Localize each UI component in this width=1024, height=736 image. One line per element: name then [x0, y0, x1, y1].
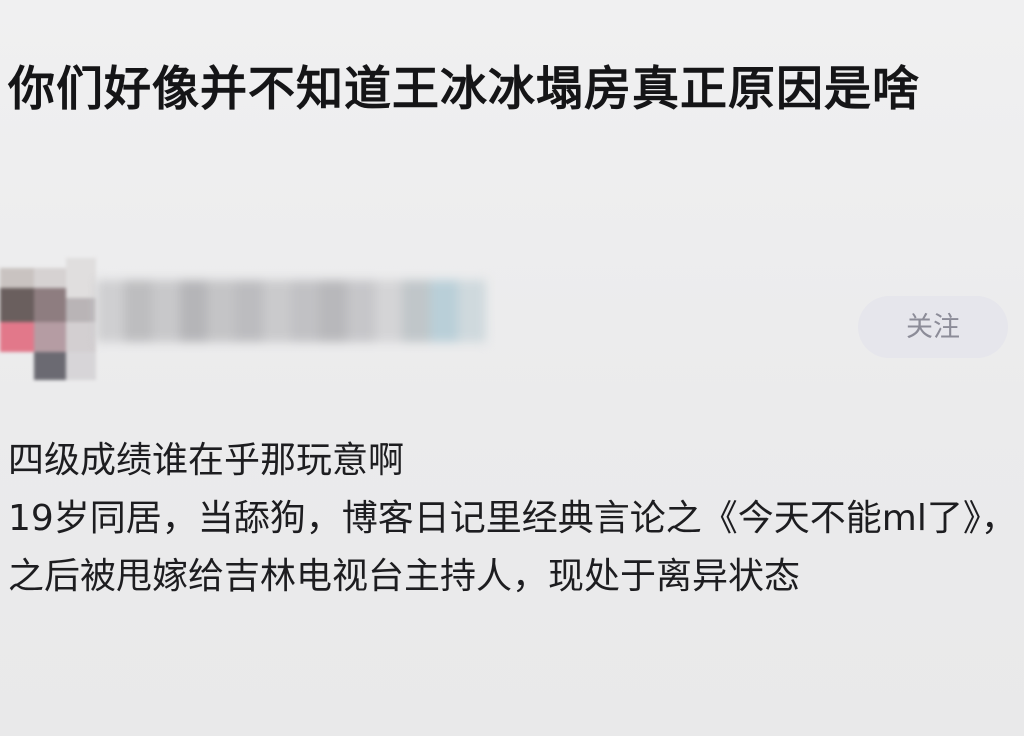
avatar-pixel	[66, 322, 96, 352]
avatar-pixel	[34, 288, 66, 322]
name-pixel	[318, 280, 347, 342]
name-pixel	[179, 280, 208, 342]
name-pixel	[123, 280, 152, 342]
avatar-pixel	[0, 288, 34, 322]
name-pixel	[235, 280, 264, 342]
author-name-blurred[interactable]	[96, 280, 487, 342]
name-pixel	[458, 280, 487, 342]
avatar[interactable]	[0, 258, 100, 384]
name-pixel	[402, 280, 431, 342]
name-pixel	[291, 280, 319, 342]
avatar-pixel	[0, 322, 34, 352]
name-pixel	[346, 280, 375, 342]
name-pixel	[151, 280, 180, 342]
author-row: 关注	[0, 258, 1024, 388]
name-pixel	[96, 280, 124, 342]
name-pixel	[374, 280, 403, 342]
name-pixel	[263, 280, 292, 342]
content-paragraph: 四级成绩谁在乎那玩意啊	[8, 440, 405, 481]
avatar-pixel	[66, 258, 96, 302]
name-pixel	[207, 280, 236, 342]
follow-button[interactable]: 关注	[858, 296, 1008, 358]
avatar-pixel	[34, 352, 66, 380]
avatar-pixel	[34, 322, 66, 352]
post-content: 四级成绩谁在乎那玩意啊 19岁同居，当舔狗，博客日记里经典言论之《今天不能ml了…	[8, 432, 1018, 606]
content-paragraph: 19岁同居，当舔狗，博客日记里经典言论之《今天不能ml了》，之后被甩嫁给吉林电视…	[8, 498, 1017, 597]
name-pixel	[430, 280, 459, 342]
avatar-pixel	[66, 352, 96, 380]
post-title: 你们好像并不知道王冰冰塌房真正原因是啥	[8, 62, 920, 117]
post-screen: 你们好像并不知道王冰冰塌房真正原因是啥 关注 四级成绩谁在乎那玩意啊 19岁同居…	[0, 0, 1024, 736]
